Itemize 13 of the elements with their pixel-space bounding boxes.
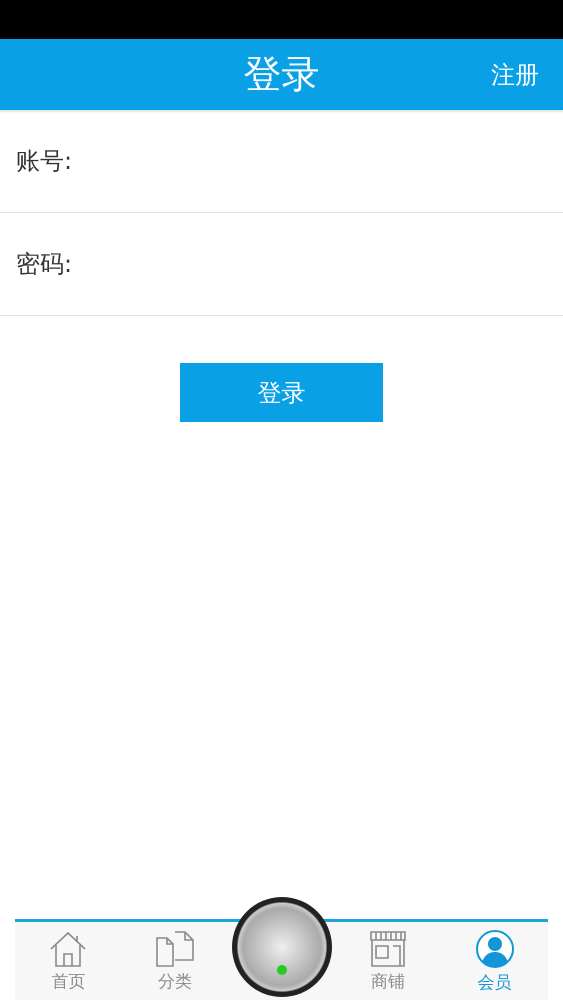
nav-tab[interactable]: 会员 (441, 922, 548, 1000)
field-label: 密码: (16, 249, 72, 280)
field-label: 账号: (16, 146, 72, 177)
nav-tab[interactable]: 首页 (15, 922, 122, 1000)
register-link[interactable]: 注册 (491, 58, 539, 90)
home-icon (49, 930, 88, 968)
page-title: 登录 (244, 51, 320, 98)
login-button[interactable]: 登录 (180, 363, 383, 422)
user-icon (474, 928, 515, 968)
documents-icon (154, 930, 195, 968)
nav-tab[interactable]: 分类 (122, 922, 228, 1000)
nav-tab[interactable]: 商铺 (334, 922, 442, 1000)
storefront-icon (369, 930, 408, 968)
